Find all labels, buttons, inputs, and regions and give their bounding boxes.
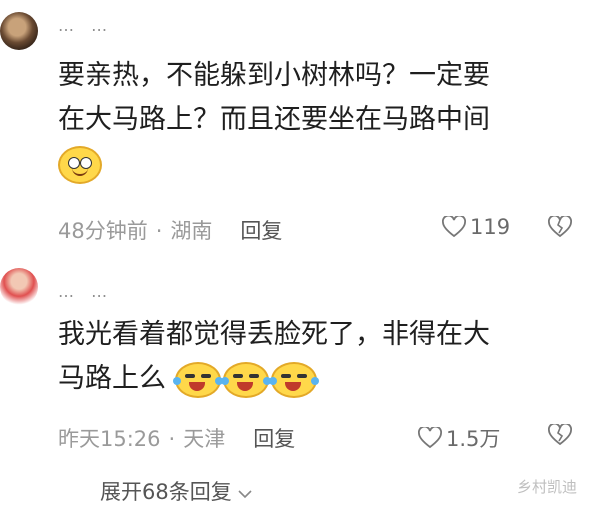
separator: · bbox=[168, 427, 176, 451]
comment-text: 我光看着都觉得丢脸死了，非得在大 马路上么 bbox=[58, 313, 490, 401]
comment-text: 要亲热，不能躲到小树林吗？一定要 在大马路上？而且还要坐在马路中间 bbox=[58, 54, 490, 186]
comment-meta: 48分钟前 · 湖南 回复 bbox=[58, 215, 282, 245]
comment-line: 我光看着都觉得丢脸死了，非得在大 bbox=[58, 319, 490, 350]
comment-meta: 昨天15:26 · 天津 回复 bbox=[58, 423, 295, 453]
heart-icon bbox=[442, 216, 466, 238]
laugh-cry-emoji-icon bbox=[268, 361, 319, 398]
username[interactable]: … … bbox=[58, 16, 113, 35]
avatar[interactable] bbox=[0, 12, 38, 50]
smile-emoji-icon bbox=[58, 145, 102, 184]
comment-line: 在大马路上？而且还要坐在马路中间 bbox=[58, 104, 490, 135]
heart-icon bbox=[418, 427, 442, 449]
chevron-down-icon bbox=[238, 490, 252, 499]
laugh-cry-emoji-icon bbox=[220, 361, 271, 398]
comment-line: 要亲热，不能躲到小树林吗？一定要 bbox=[58, 60, 490, 91]
comment-line-with-emoji: 马路上么 bbox=[58, 357, 490, 401]
comment-time: 昨天15:26 bbox=[58, 427, 161, 451]
comment-location: 湖南 bbox=[170, 219, 213, 243]
comment-line: 马路上么 bbox=[58, 363, 166, 394]
emoji-row bbox=[58, 142, 490, 186]
watermark: 乡村凯迪 bbox=[517, 478, 578, 496]
expand-replies-label: 展开68条回复 bbox=[100, 480, 232, 504]
avatar[interactable] bbox=[0, 268, 38, 306]
expand-replies-button[interactable]: 展开68条回复 bbox=[100, 476, 252, 506]
laugh-cry-emoji-icon bbox=[172, 361, 223, 398]
comment-time: 48分钟前 bbox=[58, 219, 148, 243]
like-button[interactable]: 1.5万 bbox=[418, 423, 500, 453]
reply-button[interactable]: 回复 bbox=[240, 219, 282, 243]
reply-button[interactable]: 回复 bbox=[253, 427, 295, 451]
separator: · bbox=[155, 219, 163, 243]
like-count: 119 bbox=[470, 215, 511, 239]
username[interactable]: … … bbox=[58, 282, 113, 301]
dislike-heart-icon[interactable] bbox=[548, 424, 572, 446]
dislike-heart-icon[interactable] bbox=[548, 216, 572, 238]
like-count: 1.5万 bbox=[446, 427, 501, 451]
comment-location: 天津 bbox=[183, 427, 226, 451]
like-button[interactable]: 119 bbox=[442, 215, 510, 239]
